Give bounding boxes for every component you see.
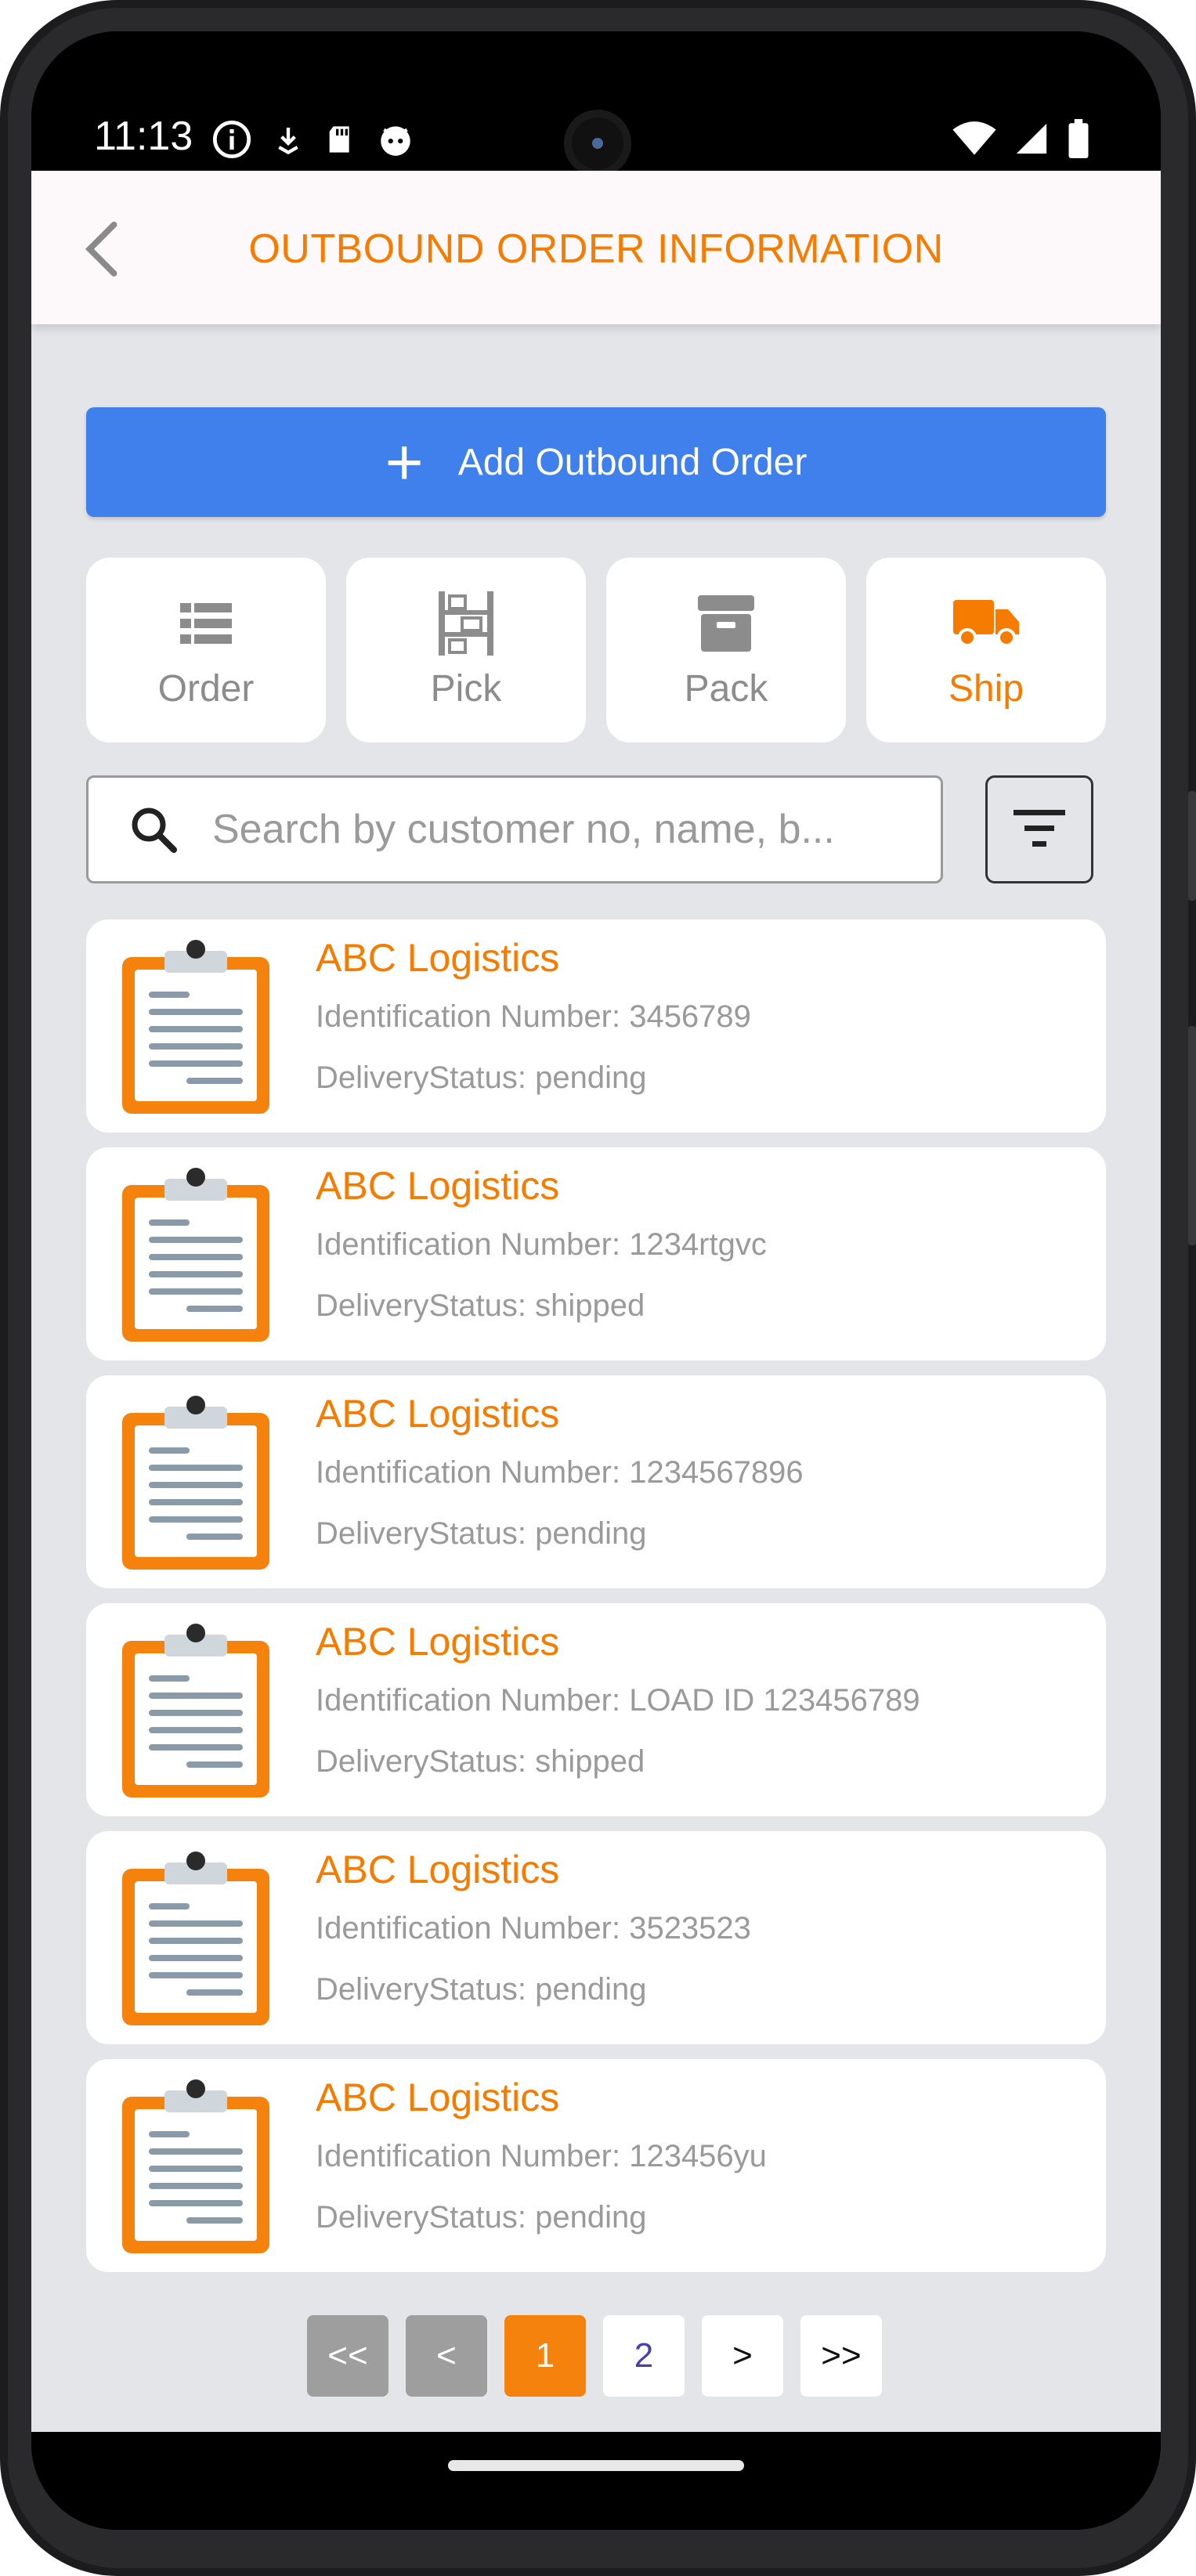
filter-icon bbox=[1014, 810, 1065, 847]
clipboard-icon bbox=[117, 938, 274, 1118]
add-outbound-order-button[interactable]: + Add Outbound Order bbox=[86, 407, 1106, 517]
shelf-icon bbox=[439, 591, 493, 656]
tab-pack[interactable]: Pack bbox=[606, 558, 846, 742]
device-frame: 11:13 OUTBOUND ORDER INFORMATION + Add O… bbox=[0, 0, 1196, 2576]
order-identification-number: Identification Number: 1234567896 bbox=[316, 1455, 804, 1490]
gesture-nav-bar bbox=[31, 2432, 1161, 2530]
screen: 11:13 OUTBOUND ORDER INFORMATION + Add O… bbox=[31, 31, 1161, 2530]
android-face-icon bbox=[381, 126, 410, 156]
download-icon bbox=[278, 128, 298, 155]
filter-button[interactable] bbox=[985, 775, 1093, 883]
signal-icon bbox=[1016, 123, 1047, 154]
order-customer-name: ABC Logistics bbox=[316, 1848, 560, 1891]
first-page-button[interactable]: << bbox=[307, 2315, 388, 2397]
order-delivery-status: DeliveryStatus: pending bbox=[316, 2200, 647, 2235]
order-identification-number: Identification Number: 3523523 bbox=[316, 1911, 751, 1946]
sd-card-icon bbox=[329, 126, 349, 153]
order-identification-number: Identification Number: 123456yu bbox=[316, 2139, 767, 2173]
volume-button bbox=[1188, 791, 1196, 901]
order-customer-name: ABC Logistics bbox=[316, 2076, 560, 2119]
app-bar: OUTBOUND ORDER INFORMATION bbox=[31, 171, 1161, 324]
battery-icon bbox=[1068, 119, 1089, 158]
order-delivery-status: DeliveryStatus: shipped bbox=[316, 1744, 645, 1779]
status-system-icons bbox=[952, 119, 1090, 158]
app-content: OUTBOUND ORDER INFORMATION + Add Outboun… bbox=[31, 171, 1161, 2432]
page-1-button[interactable]: 1 bbox=[504, 2315, 586, 2397]
tab-order-label: Order bbox=[157, 667, 255, 710]
clipboard-icon bbox=[117, 1850, 274, 2030]
order-identification-number: Identification Number: LOAD ID 123456789 bbox=[316, 1683, 920, 1718]
order-customer-name: ABC Logistics bbox=[316, 936, 560, 980]
workflow-tabs: Order Pick Pack Ship bbox=[86, 558, 1106, 742]
front-camera bbox=[564, 110, 631, 177]
clipboard-icon bbox=[117, 2078, 274, 2258]
order-card[interactable]: ABC Logistics Identification Number: 1234… bbox=[86, 1147, 1106, 1360]
order-delivery-status: DeliveryStatus: shipped bbox=[316, 1288, 645, 1323]
truck-icon bbox=[953, 599, 1019, 647]
archive-box-icon bbox=[698, 594, 754, 652]
tab-order[interactable]: Order bbox=[86, 558, 326, 742]
tab-pick-label: Pick bbox=[430, 667, 502, 710]
order-card[interactable]: ABC Logistics Identification Number: 1234… bbox=[86, 2059, 1106, 2272]
order-customer-name: ABC Logistics bbox=[316, 1620, 560, 1664]
order-delivery-status: DeliveryStatus: pending bbox=[316, 1516, 647, 1551]
order-card[interactable]: ABC Logistics Identification Number: 3456… bbox=[86, 919, 1106, 1133]
plus-icon: + bbox=[385, 425, 424, 499]
next-page-button[interactable]: > bbox=[702, 2315, 783, 2397]
tab-pack-label: Pack bbox=[684, 667, 768, 710]
page-title: OUTBOUND ORDER INFORMATION bbox=[248, 226, 944, 272]
home-indicator[interactable] bbox=[448, 2460, 744, 2471]
order-identification-number: Identification Number: 1234rtgvc bbox=[316, 1227, 767, 1262]
order-identification-number: Identification Number: 3456789 bbox=[316, 999, 751, 1034]
clipboard-icon bbox=[117, 1166, 274, 1346]
order-card[interactable]: ABC Logistics Identification Number: 1234… bbox=[86, 1375, 1106, 1588]
tab-ship-label: Ship bbox=[948, 667, 1024, 710]
last-page-button[interactable]: >> bbox=[800, 2315, 882, 2397]
order-customer-name: ABC Logistics bbox=[316, 1164, 560, 1208]
order-delivery-status: DeliveryStatus: pending bbox=[316, 1972, 647, 2007]
status-time: 11:13 bbox=[94, 114, 193, 159]
prev-page-button[interactable]: < bbox=[406, 2315, 487, 2397]
page-2-button[interactable]: 2 bbox=[603, 2315, 685, 2397]
order-card[interactable]: ABC Logistics Identification Number: LOAD… bbox=[86, 1603, 1106, 1816]
clipboard-icon bbox=[117, 1394, 274, 1574]
order-card[interactable]: ABC Logistics Identification Number: 3523… bbox=[86, 1831, 1106, 2044]
pagination: << < 1 2 > >> bbox=[307, 2315, 882, 2397]
list-icon bbox=[180, 602, 232, 644]
status-bar: 11:13 bbox=[31, 31, 1161, 177]
search-placeholder: Search by customer no, name, b... bbox=[212, 807, 835, 852]
wifi-icon bbox=[952, 121, 996, 155]
add-outbound-order-label: Add Outbound Order bbox=[457, 441, 808, 483]
status-notification-icons bbox=[211, 119, 415, 160]
tab-pick[interactable]: Pick bbox=[346, 558, 586, 742]
tab-ship[interactable]: Ship bbox=[866, 558, 1106, 742]
search-field[interactable]: Search by customer no, name, b... bbox=[86, 775, 943, 883]
order-customer-name: ABC Logistics bbox=[316, 1392, 560, 1436]
order-delivery-status: DeliveryStatus: pending bbox=[316, 1060, 647, 1095]
search-icon bbox=[132, 807, 177, 853]
info-icon bbox=[212, 120, 251, 159]
power-button bbox=[1188, 1026, 1196, 1245]
clipboard-icon bbox=[117, 1622, 274, 1802]
